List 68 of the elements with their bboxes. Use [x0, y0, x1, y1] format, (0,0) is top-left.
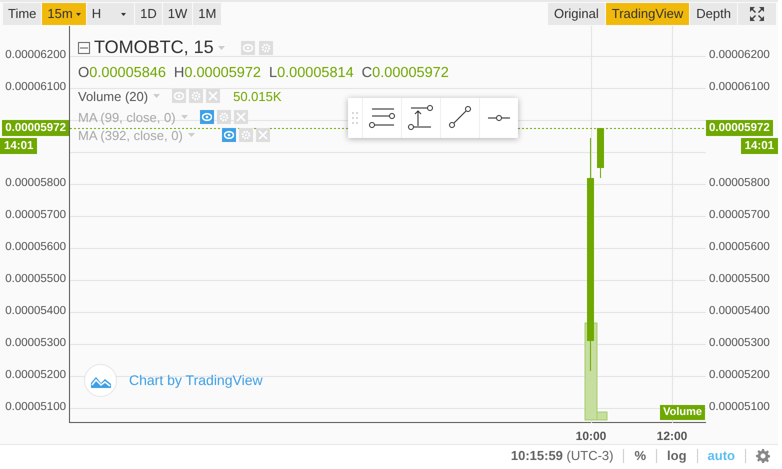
interval-tab[interactable]: Time	[3, 3, 42, 25]
axis-label: 0.00005500	[5, 272, 67, 288]
interval-tab[interactable]: H	[86, 3, 134, 25]
caret-icon[interactable]	[180, 115, 188, 120]
price-label: 0.00005972	[2, 120, 69, 136]
symbol-title: TOMOBTC, 15	[94, 36, 214, 59]
eye-icon[interactable]	[222, 128, 236, 142]
axis-label: 0.00006100	[5, 80, 67, 96]
axis-label: 0.00005800	[5, 176, 67, 192]
time-label: 10:00	[576, 428, 606, 445]
ohlc-value: 0.00005972	[184, 65, 261, 81]
price-label: 0.00005972	[706, 120, 773, 136]
ohlc-label: H	[174, 65, 184, 81]
interval-tab[interactable]: 1D	[135, 3, 162, 25]
axis-label: 0.00005800	[708, 176, 770, 192]
scale-toggle[interactable]: log	[667, 446, 687, 466]
settings-icon[interactable]	[756, 448, 770, 462]
interval-tab[interactable]: 15m	[42, 3, 86, 25]
close-icon[interactable]	[206, 89, 220, 104]
eye-icon[interactable]	[240, 40, 255, 54]
indicator-name: MA (99, close, 0)	[78, 108, 176, 127]
eye-icon[interactable]	[200, 110, 214, 124]
view-tab[interactable]: Original	[548, 3, 605, 25]
axis-label: 0.00005100	[5, 400, 67, 416]
axis-label: 0.00005400	[708, 304, 770, 320]
caret-icon[interactable]	[153, 94, 160, 98]
close-icon[interactable]	[256, 128, 270, 142]
timezone: (UTC-3)	[566, 448, 614, 463]
axis-label: 0.00005200	[5, 368, 67, 384]
ohlc-value: 0.00005972	[372, 65, 449, 81]
axis-label: 0.00005600	[708, 240, 770, 256]
scale-toggle[interactable]: %	[634, 446, 646, 466]
axis-label: 0.00006200	[708, 48, 770, 64]
axis-label: 0.00005300	[5, 336, 67, 352]
axis-label: 0.00005400	[5, 304, 67, 320]
indicator-name: Volume (20)	[78, 88, 148, 106]
candle	[597, 128, 604, 178]
axis-label: 0.00005500	[708, 272, 770, 288]
axis-label: 0.00005700	[708, 208, 770, 224]
eye-icon[interactable]	[172, 89, 186, 104]
clock-time: 10:15:59	[510, 448, 563, 463]
view-tab[interactable]: TradingView	[606, 3, 690, 25]
countdown-label: 14:01	[740, 138, 778, 154]
indicator-name: MA (392, close, 0)	[78, 126, 183, 145]
volume-label: Volume	[660, 405, 705, 420]
ohlc-label: L	[268, 65, 278, 81]
ohlc-label: O	[78, 65, 90, 81]
indicator-value: 50.015K	[233, 88, 282, 106]
interval-tab[interactable]: 1W	[162, 3, 192, 25]
ohlc-label: C	[362, 65, 372, 81]
axis-label: 0.00005100	[708, 400, 770, 416]
axis-label: 0.00006200	[5, 48, 67, 64]
caret-icon[interactable]	[218, 46, 225, 50]
axis-label: 0.00005700	[5, 208, 67, 224]
fullscreen-icon[interactable]	[738, 3, 776, 25]
axis-label: 0.00005200	[708, 368, 770, 384]
interval-tab[interactable]: 1M	[193, 3, 222, 25]
axis-label: 0.00005300	[708, 336, 770, 352]
time-label: 12:00	[656, 428, 688, 445]
ohlc-value: 0.00005846	[89, 65, 166, 81]
axis-label: 0.00006100	[708, 80, 770, 96]
ohlc-value: 0.00005814	[277, 65, 354, 81]
caret-icon[interactable]	[188, 133, 195, 138]
close-icon[interactable]	[234, 110, 248, 124]
countdown-label: 14:01	[0, 138, 38, 154]
view-tab[interactable]: Depth	[690, 3, 737, 25]
axis-label: 0.00005600	[5, 240, 67, 256]
collapse-icon[interactable]	[78, 42, 90, 54]
